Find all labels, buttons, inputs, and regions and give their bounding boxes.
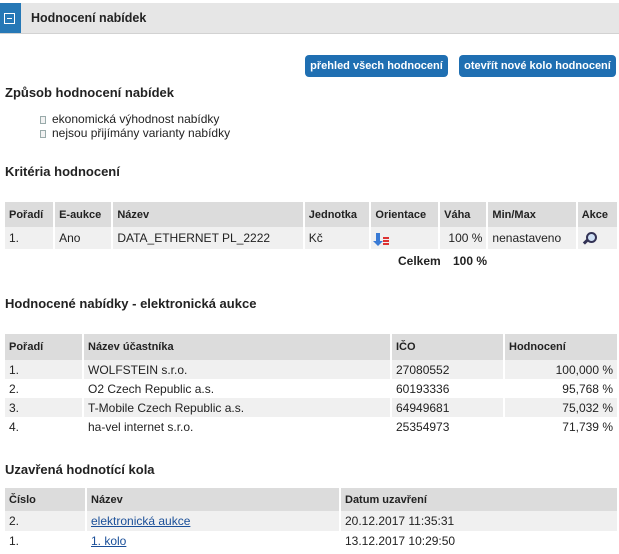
criteria-total-value: 100 % — [453, 254, 488, 268]
criteria-name: DATA_ETHERNET PL_2222 — [112, 227, 305, 249]
column-header-action: Akce — [576, 202, 617, 227]
criteria-action — [576, 227, 617, 249]
table-row: 4. ha-vel internet s.r.o. 25354973 71,73… — [5, 417, 617, 436]
offer-order: 4. — [5, 417, 84, 436]
offer-score: 95,768 % — [562, 381, 613, 396]
offer-name: WOLFSTEIN s.r.o. — [83, 360, 392, 379]
closed-rounds-heading: Uzavřená hodnotící kola — [5, 462, 155, 477]
offer-ico: 27080552 — [391, 360, 505, 379]
list-item: ekonomická výhodnost nabídky — [40, 112, 230, 126]
criteria-eauction: Ano — [54, 227, 114, 249]
criteria-heading: Kritéria hodnocení — [5, 164, 120, 179]
collapse-icon — [4, 13, 15, 24]
evaluation-method-heading: Způsob hodnocení nabídek — [5, 85, 174, 100]
offer-order: 2. — [5, 379, 84, 398]
criteria-weight: 100 % — [439, 227, 489, 249]
round-number: 1. — [5, 531, 87, 551]
column-header-weight: Váha — [439, 202, 489, 227]
criteria-minmax: nenastaveno — [487, 227, 578, 249]
offer-order: 1. — [5, 360, 84, 379]
offer-score: 100,000 % — [504, 360, 617, 379]
column-header-orientation: Orientace — [370, 202, 441, 227]
magnifier-icon[interactable] — [582, 231, 597, 246]
table-row: 1. Ano DATA_ETHERNET PL_2222 Kč 100 % ne… — [5, 227, 617, 249]
table-row: 1. WOLFSTEIN s.r.o. 27080552 100,000 % — [5, 360, 617, 379]
offer-name: ha-vel internet s.r.o. — [83, 417, 392, 436]
round-link[interactable]: elektronická aukce — [91, 514, 190, 528]
page-title: Hodnocení nabídek — [31, 11, 147, 25]
section-header: Hodnocení nabídek — [0, 3, 619, 34]
round-name-cell: elektronická aukce — [86, 511, 341, 531]
criteria-unit: Kč — [303, 227, 372, 249]
table-row: 3. T-Mobile Czech Republic a.s. 64949681… — [5, 398, 617, 417]
round-date: 13.12.2017 10:29:50 — [345, 534, 456, 548]
column-header-name: Název — [112, 202, 305, 227]
column-header-number: Číslo — [5, 488, 87, 511]
column-header-eauction: E-aukce — [54, 202, 114, 227]
table-row: 2. elektronická aukce 20.12.2017 11:35:3… — [5, 511, 617, 531]
column-header-ico: IČO — [391, 334, 505, 360]
offer-ico: 60193336 — [391, 379, 505, 398]
table-header-row: Pořadí Název účastníka IČO Hodnocení — [5, 334, 617, 360]
offer-name: O2 Czech Republic a.s. — [83, 379, 392, 398]
table-row: 2. O2 Czech Republic a.s. 60193336 95,76… — [5, 379, 617, 398]
table-header-row: Číslo Název Datum uzavření — [5, 488, 617, 511]
offer-score: 75,032 % — [504, 398, 617, 417]
offer-ico: 25354973 — [391, 417, 505, 436]
column-header-order: Pořadí — [5, 334, 84, 360]
round-date: 20.12.2017 11:35:31 — [340, 511, 617, 531]
column-header-name: Název — [86, 488, 341, 511]
closed-rounds-table: Číslo Název Datum uzavření 2. elektronic… — [5, 488, 617, 551]
evaluation-method-list: ekonomická výhodnost nabídky nejsou přij… — [40, 112, 230, 140]
evaluated-offers-table: Pořadí Název účastníka IČO Hodnocení 1. … — [5, 334, 617, 436]
round-number: 2. — [5, 511, 87, 531]
column-header-closing-date: Datum uzavření — [340, 488, 617, 511]
offer-order: 3. — [5, 398, 84, 417]
column-header-minmax: Min/Max — [487, 202, 578, 227]
column-header-order: Pořadí — [5, 202, 56, 227]
round-link[interactable]: 1. kolo — [91, 534, 126, 548]
offer-score: 71,739 % — [562, 419, 613, 434]
criteria-table: Pořadí E-aukce Název Jednotka Orientace … — [5, 202, 617, 249]
table-row: 1. 1. kolo 13.12.2017 10:29:50 — [5, 531, 617, 551]
column-header-unit: Jednotka — [303, 202, 372, 227]
criteria-total-label: Celkem — [398, 254, 441, 268]
column-header-score: Hodnocení — [504, 334, 617, 360]
evaluated-offers-heading: Hodnocené nabídky - elektronická aukce — [5, 296, 257, 311]
overview-all-evaluations-button[interactable]: přehled všech hodnocení — [305, 55, 448, 77]
open-new-evaluation-round-button[interactable]: otevřít nové kolo hodnocení — [459, 55, 616, 77]
list-item: nejsou přijímány varianty nabídky — [40, 126, 230, 140]
criteria-orientation — [370, 227, 441, 249]
criteria-order: 1. — [5, 227, 56, 249]
offer-name: T-Mobile Czech Republic a.s. — [83, 398, 392, 417]
round-name-cell: 1. kolo — [86, 531, 341, 551]
collapse-toggle-button[interactable] — [0, 3, 21, 33]
column-header-participant-name: Název účastníka — [83, 334, 392, 360]
offer-ico: 64949681 — [391, 398, 505, 417]
table-header-row: Pořadí E-aukce Název Jednotka Orientace … — [5, 202, 617, 227]
sort-descending-icon — [373, 232, 391, 246]
